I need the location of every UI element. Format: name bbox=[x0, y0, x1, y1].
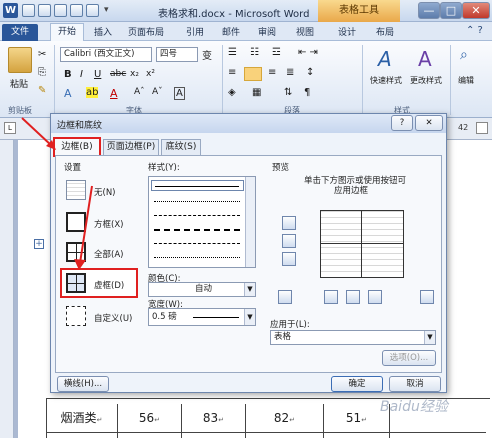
annotation-arrow-1 bbox=[21, 117, 53, 147]
annotation-arrows bbox=[21, 117, 93, 270]
annotation-arrow-2-head bbox=[74, 259, 86, 270]
annotation-arrow-2 bbox=[79, 185, 93, 264]
